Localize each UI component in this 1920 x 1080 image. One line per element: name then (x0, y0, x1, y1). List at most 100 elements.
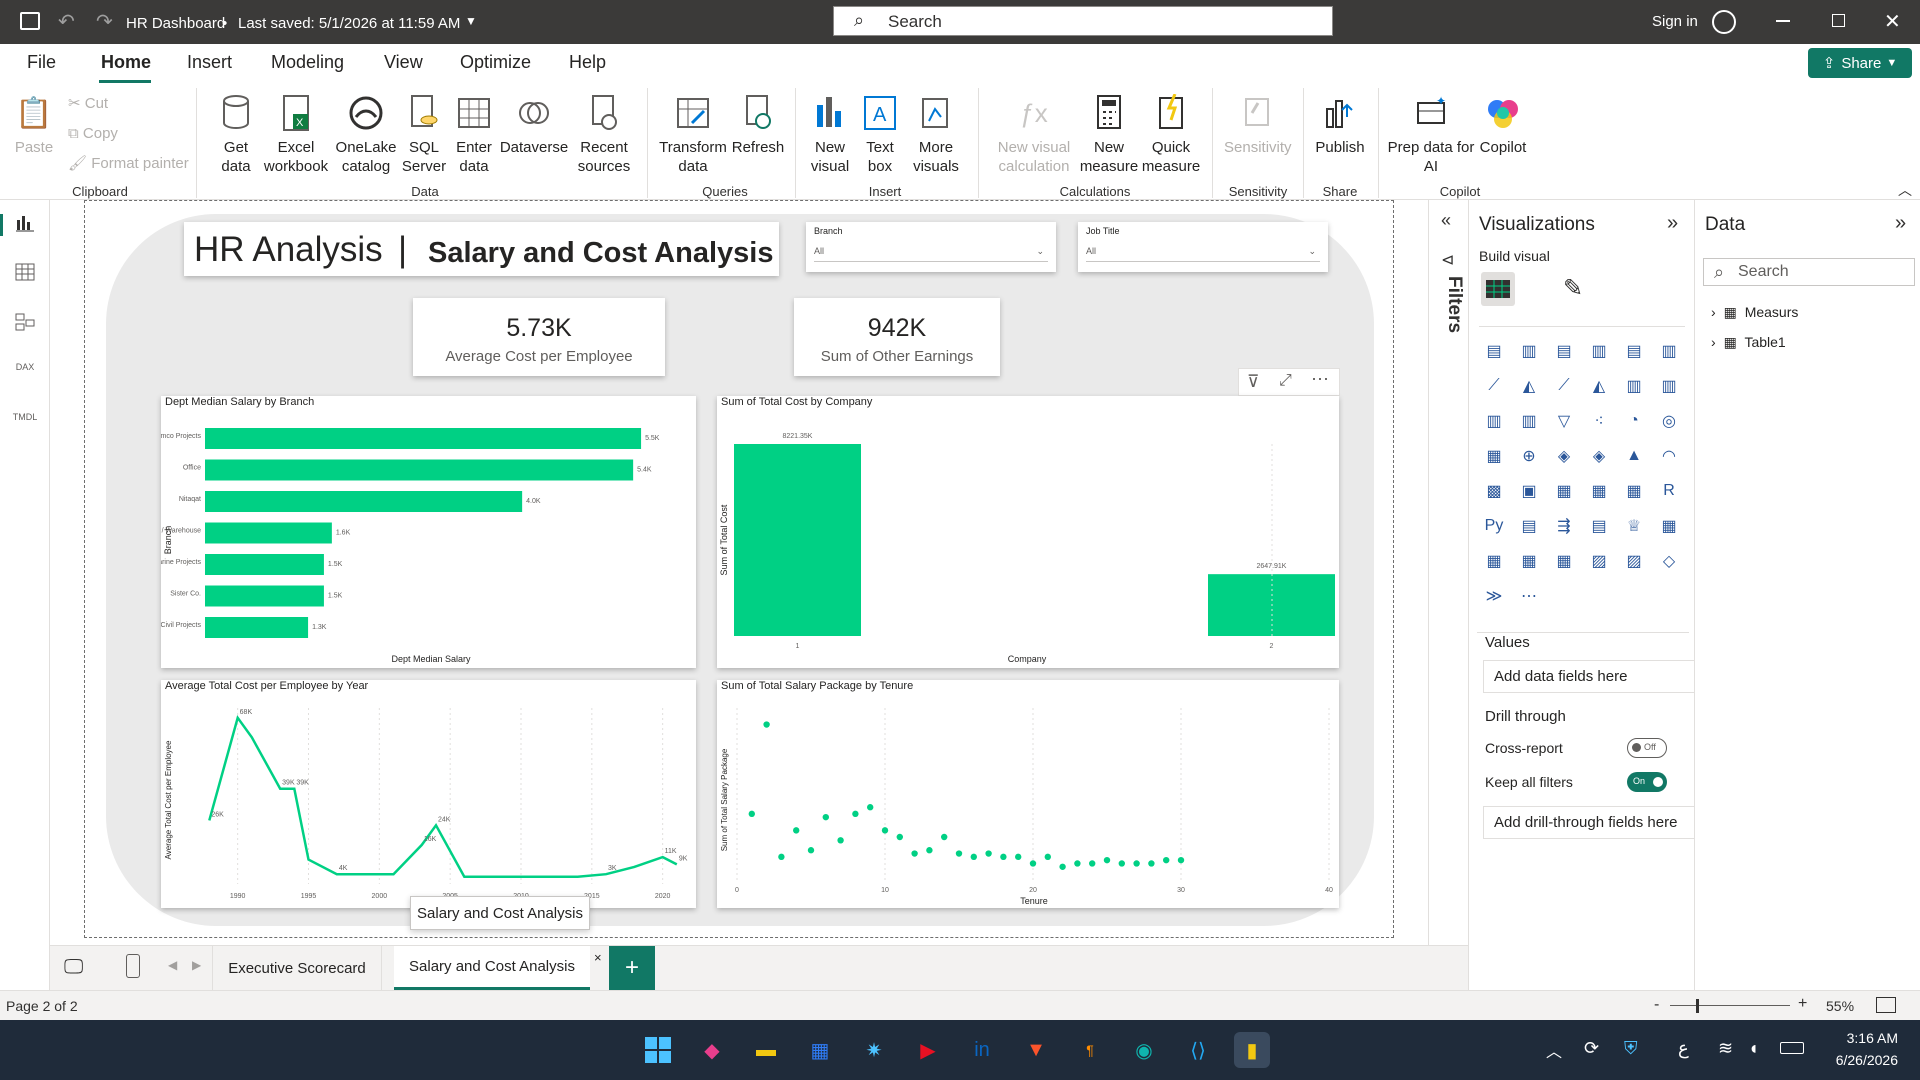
zoom-level[interactable]: 55% (1826, 998, 1854, 1014)
transform-data-button[interactable]: Transform data (658, 92, 728, 176)
tab-salary-and-cost-analysis[interactable]: Salary and Cost Analysis (394, 946, 590, 990)
clustered-combo-icon[interactable]: ▥ (1516, 408, 1542, 434)
zoom-slider[interactable] (1670, 1005, 1790, 1006)
image-icon[interactable]: ▨ (1586, 548, 1612, 574)
copilot-taskbar-icon[interactable]: ◆ (694, 1032, 730, 1068)
ribbon-chart-icon[interactable]: ◭ (1586, 373, 1612, 399)
start-icon[interactable] (640, 1032, 676, 1068)
more-visual-icon[interactable]: ≫ (1481, 583, 1507, 609)
sign-in-link[interactable]: Sign in (1652, 13, 1698, 30)
last-saved-text[interactable]: Last saved: 5/1/2026 at 11:59 AM (238, 15, 460, 32)
decomposition-tree-icon[interactable]: ⇶ (1551, 513, 1577, 539)
keep-filters-toggle[interactable]: On (1627, 772, 1667, 792)
redo-icon[interactable]: ↷ (96, 9, 113, 34)
media-app-icon[interactable]: ▶ (910, 1032, 946, 1068)
area-chart-icon[interactable]: ◭ (1516, 373, 1542, 399)
undo-icon[interactable]: ↶ (58, 9, 75, 34)
line-column-icon[interactable]: ▥ (1621, 373, 1647, 399)
menu-help[interactable]: Help (569, 52, 606, 73)
slicer-dropdown[interactable]: All ⌄ (814, 246, 1048, 262)
combo-chart-icon[interactable]: ▥ (1481, 408, 1507, 434)
mobile-layout-icon[interactable] (126, 954, 140, 978)
refresh-button[interactable]: Refresh (728, 92, 788, 157)
slicer-dropdown[interactable]: All ⌄ (1086, 246, 1320, 262)
data-search-input[interactable]: ⌕ Search (1703, 258, 1915, 286)
menu-file[interactable]: File (27, 52, 56, 73)
file-explorer-icon[interactable]: ▬ (748, 1032, 784, 1068)
donut-chart-icon[interactable]: ◎ (1656, 408, 1682, 434)
onelake-button[interactable]: OneLake catalog (332, 92, 400, 176)
100-bar-icon[interactable]: ▤ (1621, 338, 1647, 364)
quick-measure-button[interactable]: Quick measure (1140, 92, 1202, 176)
menu-view[interactable]: View (384, 52, 423, 73)
app-icon[interactable]: ✷ (856, 1032, 892, 1068)
map-icon[interactable]: ⊕ (1516, 443, 1542, 469)
dataverse-button[interactable]: Dataverse (498, 92, 570, 157)
power-bi-icon[interactable]: ▮ (1234, 1032, 1270, 1068)
python-visual-icon[interactable]: Py (1481, 513, 1507, 539)
gauge-icon[interactable]: ◠ (1656, 443, 1682, 469)
edge-browser-icon[interactable]: ◉ (1126, 1032, 1162, 1068)
next-page-icon[interactable]: ▶ (192, 958, 201, 972)
wifi-icon[interactable]: ≋ (1718, 1038, 1733, 1059)
values-drop-zone[interactable]: Add data fields here (1483, 660, 1695, 693)
get-data-button[interactable]: Get data (210, 92, 262, 176)
multi-row-card-icon[interactable]: ▦ (1551, 478, 1577, 504)
copilot-button[interactable]: Copilot (1472, 92, 1534, 157)
diamond-icon[interactable]: ◇ (1656, 548, 1682, 574)
qa-icon[interactable]: ▤ (1586, 513, 1612, 539)
new-measure-button[interactable]: New measure (1078, 92, 1140, 176)
security-icon[interactable]: ⛨ (1624, 1038, 1638, 1059)
vscode-icon[interactable]: ⟨⟩ (1180, 1032, 1216, 1068)
waterfall-icon[interactable]: ▥ (1656, 373, 1682, 399)
battery-icon[interactable] (1780, 1042, 1804, 1054)
sync-icon[interactable]: ⟳ (1584, 1038, 1599, 1059)
model-view-icon[interactable] (12, 312, 38, 338)
narrative-icon[interactable]: ▦ (1551, 548, 1577, 574)
clustered-bar-icon[interactable]: ▤ (1551, 338, 1577, 364)
treemap-icon[interactable]: ▦ (1481, 443, 1507, 469)
format-painter-button[interactable]: 🖌 Format painter (68, 154, 189, 173)
more-options-icon[interactable]: ⋯ (1516, 583, 1542, 609)
previous-page-icon[interactable]: ◀ (168, 958, 177, 972)
filled-map-icon[interactable]: ◈ (1551, 443, 1577, 469)
table-item-table1[interactable]: › ▦ Table1 (1711, 334, 1786, 351)
table-view-icon[interactable] (12, 262, 38, 288)
prep-data-ai-button[interactable]: ✦ Prep data for AI (1386, 92, 1476, 176)
more-visuals-button[interactable]: More visuals (905, 92, 967, 176)
more-options-icon[interactable]: ⋯ (1311, 369, 1329, 390)
report-view-icon[interactable] (12, 212, 38, 238)
paste-button[interactable]: 📋 Paste (8, 92, 60, 157)
volume-icon[interactable]: ◖ (1748, 1038, 1759, 1059)
scatter-icon[interactable]: ⁖ (1586, 408, 1612, 434)
publish-button[interactable]: Publish (1310, 92, 1370, 157)
goals-icon[interactable]: ♕ (1621, 513, 1647, 539)
collapse-pane-icon[interactable]: » (1667, 212, 1678, 235)
desktop-layout-icon[interactable]: 🖵 (64, 956, 83, 979)
card-icon[interactable]: ▩ (1481, 478, 1507, 504)
kpi-card-other-earnings[interactable]: 942K Sum of Other Earnings (794, 298, 1000, 376)
chart-dept-median-salary[interactable]: Dept Median Salary by Branch Alumco Proj… (161, 396, 696, 668)
sensitivity-button[interactable]: Sensitivity (1224, 92, 1292, 157)
show-hidden-icons[interactable]: ︿ (1546, 1038, 1562, 1062)
zoom-in-icon[interactable]: + (1798, 995, 1807, 1013)
key-influencers-icon[interactable]: ▤ (1516, 513, 1542, 539)
shape-map-icon[interactable]: ◈ (1586, 443, 1612, 469)
drill-through-drop-zone[interactable]: Add drill-through fields here (1483, 806, 1695, 839)
recent-sources-button[interactable]: Recent sources (568, 92, 640, 176)
share-button[interactable]: ⇪ Share ▼ (1808, 48, 1912, 78)
minimize-icon[interactable] (1776, 20, 1790, 22)
close-tab-icon[interactable]: × (594, 950, 602, 965)
collapse-ribbon-icon[interactable]: ︿ (1898, 180, 1912, 200)
maximize-icon[interactable] (1832, 14, 1845, 27)
account-icon[interactable] (1712, 10, 1736, 34)
sql-server-button[interactable]: SQL Server (398, 92, 450, 176)
search-input[interactable]: ⌕ Search (833, 6, 1333, 36)
collapse-pane-icon[interactable]: » (1895, 212, 1906, 235)
table-icon[interactable]: ▦ (1586, 478, 1612, 504)
power-apps-icon[interactable]: ▦ (1481, 548, 1507, 574)
pie-chart-icon[interactable]: ◔ (1621, 408, 1647, 434)
power-automate-icon[interactable]: ▦ (1516, 548, 1542, 574)
cut-button[interactable]: ✂ Cut (68, 94, 108, 113)
clock-time[interactable]: 3:16 AM (1842, 1030, 1898, 1046)
